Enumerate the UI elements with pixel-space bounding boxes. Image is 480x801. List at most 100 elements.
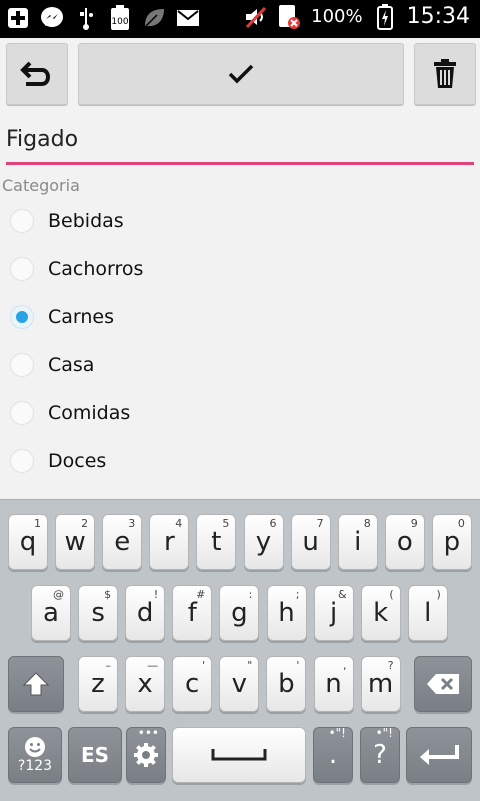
key-r[interactable]: 4r: [149, 514, 190, 570]
system-status: 100% 15:34: [243, 3, 470, 30]
key-secondary-label: ': [296, 659, 300, 672]
space-key[interactable]: [172, 727, 306, 783]
key-l[interactable]: ) l: [407, 585, 448, 641]
key-x[interactable]: — x: [125, 656, 166, 712]
key-label: f: [187, 598, 197, 628]
plus-icon: [6, 6, 30, 30]
radio-button-selected[interactable]: [10, 305, 34, 329]
undo-button[interactable]: [6, 43, 68, 105]
symbols-emoji-key[interactable]: ?123: [8, 727, 62, 783]
key-secondary-label: ': [202, 659, 206, 672]
delete-button[interactable]: [414, 43, 476, 105]
key-secondary-label: $: [104, 588, 112, 601]
radio-item-comidas[interactable]: Comidas: [10, 389, 470, 437]
messenger-icon: [40, 6, 64, 30]
key-j[interactable]: & j: [313, 585, 354, 641]
key-n[interactable]: ,n: [313, 656, 354, 712]
key-secondary-label: 8: [363, 517, 371, 530]
key-b[interactable]: ' b: [266, 656, 307, 712]
key-u[interactable]: 7u: [290, 514, 331, 570]
key-label: m: [367, 669, 394, 699]
key-i[interactable]: 8i: [337, 514, 378, 570]
key-secondary-label: 9: [410, 517, 418, 530]
key-f[interactable]: # f: [172, 585, 213, 641]
key-m[interactable]: ? m: [360, 656, 401, 712]
key-p[interactable]: 0p: [431, 514, 472, 570]
key-o[interactable]: 9o: [384, 514, 425, 570]
key-label: l: [424, 598, 432, 628]
key-a[interactable]: @ a: [31, 585, 71, 641]
radio-item-cachorros[interactable]: Cachorros: [10, 245, 470, 293]
key-label: w: [64, 527, 86, 557]
radio-item-bebidas[interactable]: Bebidas: [10, 197, 470, 245]
radio-label: Bebidas: [48, 210, 124, 232]
volume-mute-icon: [243, 5, 267, 29]
key-label: j: [329, 598, 338, 628]
confirm-button[interactable]: [78, 43, 404, 105]
backspace-key[interactable]: [414, 656, 472, 712]
key-secondary-label: 2: [81, 517, 89, 530]
sim-error-icon: [277, 4, 301, 29]
key-label: d: [136, 598, 154, 628]
key-secondary-label: ;: [295, 588, 300, 601]
key-label: k: [373, 598, 389, 628]
radio-item-doces[interactable]: Doces: [10, 437, 470, 485]
radio-button[interactable]: [10, 353, 34, 377]
shift-key[interactable]: [8, 656, 64, 712]
radio-button[interactable]: [10, 449, 34, 473]
key-z[interactable]: – z: [78, 656, 118, 712]
radio-button[interactable]: [10, 257, 34, 281]
key-d[interactable]: ! d: [125, 585, 166, 641]
key-c[interactable]: ' c: [172, 656, 213, 712]
key-h[interactable]: ; h: [266, 585, 307, 641]
key-w[interactable]: 2w: [55, 514, 96, 570]
status-bar: 100 100% 15:34: [0, 0, 480, 38]
radio-item-carnes[interactable]: Carnes: [10, 293, 470, 341]
emoji-icon: [25, 737, 45, 757]
key-label: q: [19, 527, 37, 557]
key-v[interactable]: " v: [219, 656, 260, 712]
enter-icon: [420, 745, 459, 765]
key-secondary-label: –: [105, 659, 112, 672]
battery-100-icon: 100: [108, 5, 132, 30]
key-t[interactable]: 5t: [196, 514, 237, 570]
radio-item-casa[interactable]: Casa: [10, 341, 470, 389]
name-input[interactable]: [6, 122, 474, 152]
key-secondary-label: 7: [316, 517, 324, 530]
key-y[interactable]: 6y: [243, 514, 284, 570]
settings-key[interactable]: •••: [126, 726, 166, 783]
on-screen-keyboard: ?123 ES ••• •"! . •"! ? 1q2w3e4r5t6y7u8i…: [0, 499, 480, 801]
name-field[interactable]: [6, 122, 474, 165]
key-secondary-label: ): [436, 588, 441, 601]
question-key-label: ?: [373, 740, 387, 770]
language-key[interactable]: ES: [68, 727, 122, 783]
key-secondary-label: (: [389, 588, 394, 601]
key-q[interactable]: 1q: [8, 514, 48, 570]
radio-label: Casa: [48, 354, 95, 376]
radio-button[interactable]: [10, 401, 34, 425]
key-secondary-label: ,: [343, 659, 347, 672]
key-e[interactable]: 3e: [102, 514, 143, 570]
key-secondary-label: 6: [269, 517, 277, 530]
gear-icon: [134, 743, 158, 767]
key-label: a: [43, 598, 59, 628]
symbols-label: ?123: [17, 758, 53, 774]
category-label: Categoria: [2, 176, 80, 195]
key-secondary-label: —: [147, 659, 159, 672]
radio-button[interactable]: [10, 209, 34, 233]
key-g[interactable]: :g: [219, 585, 260, 641]
period-key-sub: •"!: [328, 726, 346, 740]
key-secondary-label: ": [247, 659, 253, 672]
usb-icon: [74, 6, 98, 30]
key-secondary-label: 4: [175, 517, 183, 530]
key-label: c: [185, 669, 200, 699]
gmail-icon: [176, 6, 200, 30]
key-s[interactable]: $ s: [78, 585, 119, 641]
enter-key[interactable]: [406, 727, 472, 783]
key-label: u: [302, 527, 319, 557]
question-key[interactable]: •"! ?: [360, 726, 400, 783]
key-label: b: [278, 669, 295, 699]
key-k[interactable]: (k: [360, 585, 401, 641]
key-label: o: [396, 527, 413, 557]
period-key[interactable]: •"! .: [313, 726, 353, 783]
